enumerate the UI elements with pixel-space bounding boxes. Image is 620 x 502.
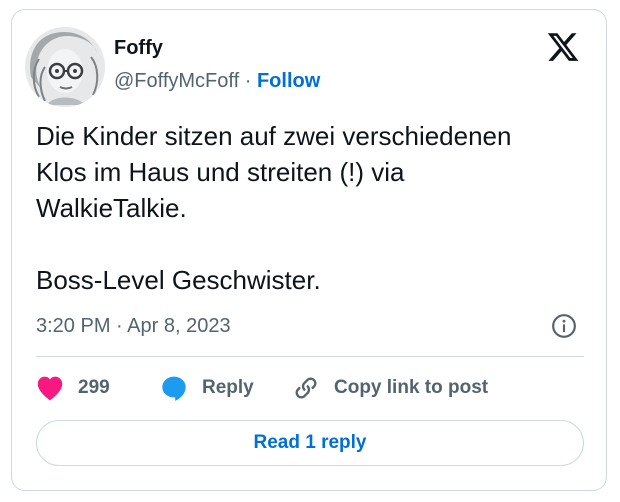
author-handle[interactable]: @FoffyMcFoff xyxy=(114,70,239,92)
like-count: 299 xyxy=(78,377,110,398)
info-icon[interactable] xyxy=(551,313,577,339)
copy-link-label: Copy link to post xyxy=(334,377,489,398)
x-logo-icon[interactable] xyxy=(545,30,581,64)
speech-bubble-icon xyxy=(162,376,186,401)
tweet-timestamp[interactable]: 3:20 PM · Apr 8, 2023 xyxy=(36,312,231,340)
like-button[interactable]: 299 xyxy=(36,372,110,404)
copy-link-button[interactable]: Copy link to post xyxy=(292,372,488,404)
separator-dot: · xyxy=(244,70,252,92)
avatar-sketch-image xyxy=(25,27,105,107)
author-handle-row: @FoffyMcFoff · Follow xyxy=(114,66,320,96)
tweet-text: Die Kinder sitzen auf zwei verschiedenen… xyxy=(36,121,512,295)
read-replies-button[interactable]: Read 1 reply xyxy=(36,420,584,466)
reply-label: Reply xyxy=(202,377,254,398)
divider xyxy=(36,356,584,357)
reply-button[interactable]: Reply xyxy=(160,372,254,404)
author-name[interactable]: Foffy xyxy=(114,34,163,62)
follow-button[interactable]: Follow xyxy=(257,70,320,92)
avatar[interactable] xyxy=(25,27,105,107)
link-icon xyxy=(295,377,317,399)
heart-icon xyxy=(37,376,63,401)
